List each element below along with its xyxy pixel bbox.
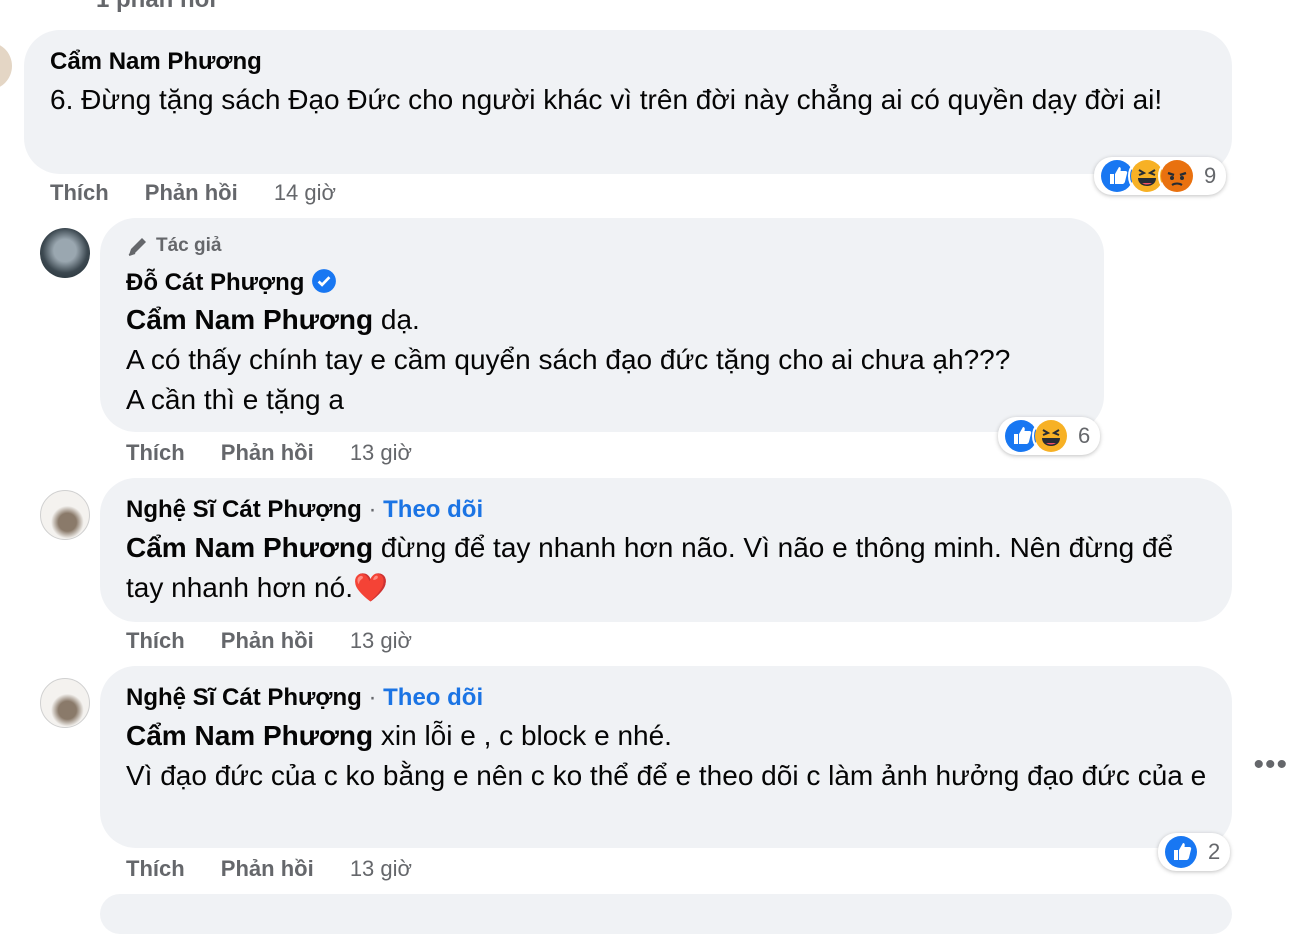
like-button[interactable]: Thích	[50, 180, 109, 205]
comment-time[interactable]: 13 giờ	[350, 440, 412, 465]
comment-actions: Thích Phản hồi 13 giờ	[126, 628, 442, 654]
separator-dot: ·	[368, 684, 377, 711]
author-badge-label: Tác giả	[156, 235, 222, 256]
comment-author-name[interactable]: Đỗ Cát Phượng	[126, 269, 304, 296]
comment-time[interactable]: 14 giờ	[274, 180, 336, 205]
mention-link[interactable]: Cẩm Nam Phương	[126, 532, 373, 563]
more-options-icon[interactable]: •••	[1253, 748, 1288, 782]
pen-icon	[128, 238, 146, 256]
comment-text: Cẩm Nam Phương dạ. A có thấy chính tay e…	[126, 300, 1096, 420]
comment-actions: Thích Phản hồi 14 giờ	[50, 180, 366, 206]
avatar[interactable]	[40, 490, 90, 540]
follow-button[interactable]: Theo dõi	[383, 684, 483, 711]
comment-time[interactable]: 13 giờ	[350, 628, 412, 653]
comment-line: dạ.	[380, 304, 420, 335]
comment-line: A có thấy chính tay e cầm quyển sách đạo…	[126, 344, 1011, 375]
comment-actions: Thích Phản hồi 13 giờ	[126, 856, 442, 882]
comment-author: Nghệ Sĩ Cát Phượng · Theo dõi	[126, 684, 483, 712]
like-button[interactable]: Thích	[126, 440, 185, 465]
reply-button[interactable]: Phản hồi	[221, 440, 314, 465]
comment-text: 6. Đừng tặng sách Đạo Đức cho người khác…	[50, 84, 1163, 115]
reply-button[interactable]: Phản hồi	[221, 628, 314, 653]
verified-badge-icon	[312, 269, 337, 293]
comment-text: Cẩm Nam Phương đừng để tay nhanh hơn não…	[126, 528, 1216, 608]
reaction-summary[interactable]: 2	[1158, 833, 1231, 871]
comment-time[interactable]: 13 giờ	[350, 856, 412, 881]
reaction-count[interactable]: 6	[1078, 423, 1090, 449]
reaction-count[interactable]: 2	[1208, 839, 1220, 865]
mention-link[interactable]: Cẩm Nam Phương	[126, 304, 373, 335]
reaction-summary[interactable]: 9	[1094, 157, 1227, 195]
comment-line: A cần thì e tặng a	[126, 384, 344, 415]
mention-link[interactable]: Cẩm Nam Phương	[126, 720, 373, 751]
comment-author[interactable]: Cẩm Nam Phương	[50, 48, 262, 76]
comment-line: xin lỗi e , c block e nhé.	[380, 720, 672, 751]
avatar[interactable]	[40, 228, 90, 278]
reply-button[interactable]: Phản hồi	[145, 180, 238, 205]
like-button[interactable]: Thích	[126, 628, 185, 653]
follow-button[interactable]: Theo dõi	[383, 496, 483, 523]
angry-icon	[1158, 157, 1196, 195]
comment-bubble	[100, 894, 1232, 934]
comment-author: Nghệ Sĩ Cát Phượng · Theo dõi	[126, 496, 483, 524]
like-button[interactable]: Thích	[126, 856, 185, 881]
comment-author-name[interactable]: Nghệ Sĩ Cát Phượng	[126, 496, 362, 523]
reaction-count[interactable]: 9	[1204, 163, 1216, 189]
avatar[interactable]	[40, 678, 90, 728]
avatar[interactable]	[0, 42, 12, 90]
like-icon	[1162, 833, 1200, 871]
comment-line: Vì đạo đức của c ko bằng e nên c ko thể …	[126, 760, 1207, 791]
separator-dot: ·	[368, 496, 377, 523]
reply-button[interactable]: Phản hồi	[221, 856, 314, 881]
haha-icon	[1032, 417, 1070, 455]
reaction-summary[interactable]: 6	[998, 417, 1101, 455]
comment-actions: Thích Phản hồi 13 giờ	[126, 440, 442, 466]
comment-author-name[interactable]: Nghệ Sĩ Cát Phượng	[126, 684, 362, 711]
author-badge: Tác giả	[126, 234, 221, 258]
replies-count-link[interactable]: 1 phản hồi	[96, 0, 216, 14]
comment-text: Cẩm Nam Phương xin lỗi e , c block e nhé…	[126, 716, 1216, 796]
heart-emoji: ❤️	[352, 572, 388, 603]
comment-author[interactable]: Đỗ Cát Phượng	[126, 268, 337, 297]
